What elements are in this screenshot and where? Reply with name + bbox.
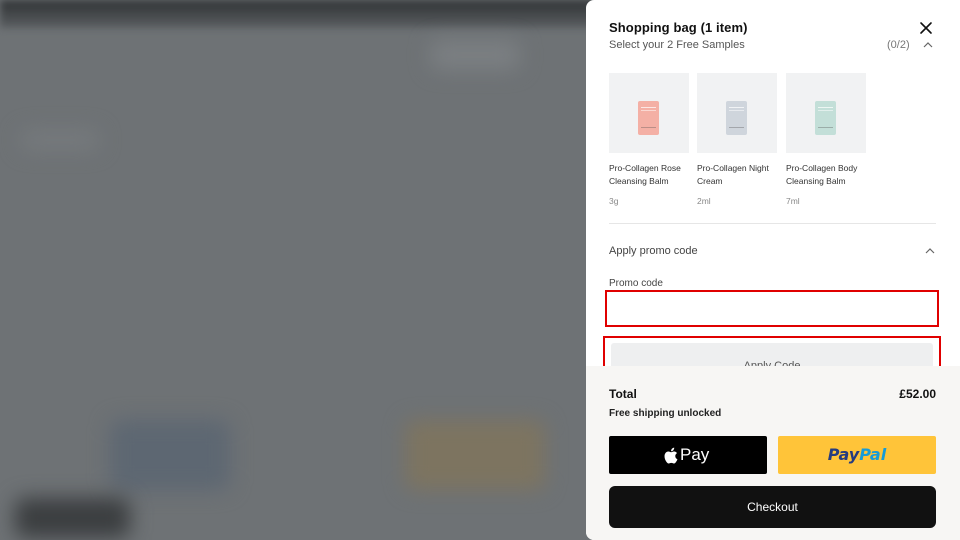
free-samples-count: (0/2) [887, 39, 910, 51]
drawer-scroll-area[interactable]: Shopping bag (1 item) Select your 2 Free… [586, 0, 960, 366]
apply-code-button[interactable]: Apply Code [611, 343, 933, 366]
paypal-button[interactable]: PayPal [778, 436, 936, 474]
sample-product-card[interactable]: Pro-Collagen Body Cleansing Balm 7ml [786, 73, 866, 206]
sample-product-image [609, 73, 689, 153]
product-sachet-image [815, 101, 836, 135]
free-shipping-message: Free shipping unlocked [609, 408, 722, 419]
chevron-up-icon[interactable] [924, 246, 936, 256]
chevron-up-icon[interactable] [922, 40, 934, 50]
close-icon [920, 22, 932, 34]
sample-product-name: Pro-Collagen Rose Cleansing Balm [609, 163, 681, 186]
sample-product-image [697, 73, 777, 153]
sample-product-size: 3g [609, 196, 619, 206]
sample-product-name: Pro-Collagen Night Cream [697, 163, 769, 186]
promo-code-toggle-label: Apply promo code [609, 245, 698, 257]
blurred-block [20, 130, 100, 150]
apple-pay-text: Pay [680, 445, 710, 464]
product-sachet-image [726, 101, 747, 135]
cart-summary-footer: Total £52.00 Free shipping unlocked Pay … [586, 366, 960, 540]
paypal-logo-part2: Pal [859, 445, 887, 464]
checkout-button[interactable]: Checkout [609, 486, 936, 528]
apply-code-highlight: Apply Code [603, 336, 941, 366]
apple-pay-button[interactable]: Pay [609, 436, 767, 474]
blurred-block [110, 420, 230, 490]
sample-product-card[interactable]: Pro-Collagen Night Cream 2ml [697, 73, 777, 206]
sample-product-image [786, 73, 866, 153]
sample-product-size: 2ml [697, 196, 711, 206]
apple-pay-logo: Pay [664, 445, 709, 465]
section-divider [609, 223, 936, 224]
drawer-title: Shopping bag (1 item) [609, 20, 748, 35]
promo-code-toggle[interactable]: Apply promo code [609, 243, 936, 259]
blurred-block [15, 498, 130, 538]
sample-product-size: 7ml [786, 196, 800, 206]
close-button[interactable] [916, 20, 936, 38]
free-samples-label: Select your 2 Free Samples [609, 39, 745, 51]
total-value: £52.00 [899, 387, 936, 401]
apple-logo-icon [664, 447, 678, 463]
product-sachet-image [638, 101, 659, 135]
sample-product-name: Pro-Collagen Body Cleansing Balm [786, 163, 858, 186]
sample-product-card[interactable]: Pro-Collagen Rose Cleansing Balm 3g [609, 73, 689, 206]
paypal-logo-part1: Pay [827, 445, 860, 464]
blurred-block [405, 420, 545, 490]
promo-code-input[interactable] [605, 290, 939, 327]
blurred-block [430, 40, 520, 70]
total-label: Total [609, 387, 637, 401]
shopping-bag-drawer: Shopping bag (1 item) Select your 2 Free… [586, 0, 960, 540]
paypal-logo: PayPal [778, 445, 936, 464]
free-samples-header[interactable]: Select your 2 Free Samples (0/2) [609, 38, 936, 54]
promo-code-field-label: Promo code [609, 278, 663, 289]
